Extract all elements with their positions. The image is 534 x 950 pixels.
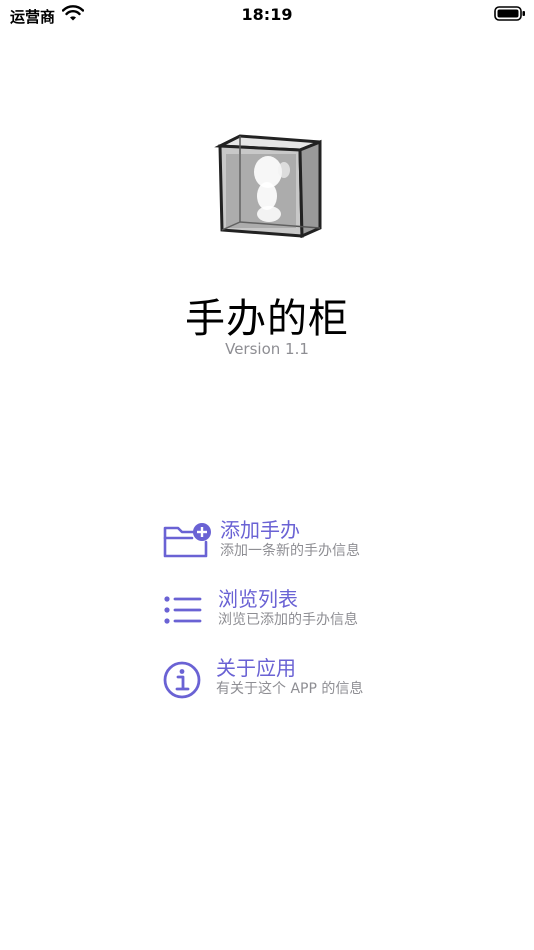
status-time: 18:19 [241, 5, 293, 24]
list-icon [162, 593, 202, 631]
add-figure-button[interactable]: 添加手办 添加一条新的手办信息 [162, 518, 402, 568]
about-app-text: 关于应用 有关于这个 APP 的信息 [216, 656, 363, 698]
about-app-label: 关于应用 [216, 656, 296, 680]
add-figure-subtitle: 添加一条新的手办信息 [220, 543, 360, 559]
folder-add-icon [162, 520, 214, 566]
browse-list-text: 浏览列表 浏览已添加的手办信息 [218, 587, 358, 629]
about-app-subtitle: 有关于这个 APP 的信息 [216, 681, 364, 697]
add-figure-text: 添加手办 添加一条新的手办信息 [220, 518, 360, 560]
app-version: Version 1.1 [225, 340, 309, 358]
add-figure-label: 添加手办 [220, 518, 300, 542]
app-title: 手办的柜 [185, 296, 349, 342]
battery-icon [494, 6, 526, 26]
about-app-button[interactable]: 关于应用 有关于这个 APP 的信息 [162, 656, 402, 706]
browse-list-subtitle: 浏览已添加的手办信息 [218, 612, 358, 628]
browse-list-label: 浏览列表 [218, 587, 298, 611]
browse-list-button[interactable]: 浏览列表 浏览已添加的手办信息 [162, 587, 402, 637]
app-logo-image [212, 134, 324, 242]
info-icon [162, 660, 202, 704]
status-bar: 运营商 18:19 [0, 0, 534, 30]
